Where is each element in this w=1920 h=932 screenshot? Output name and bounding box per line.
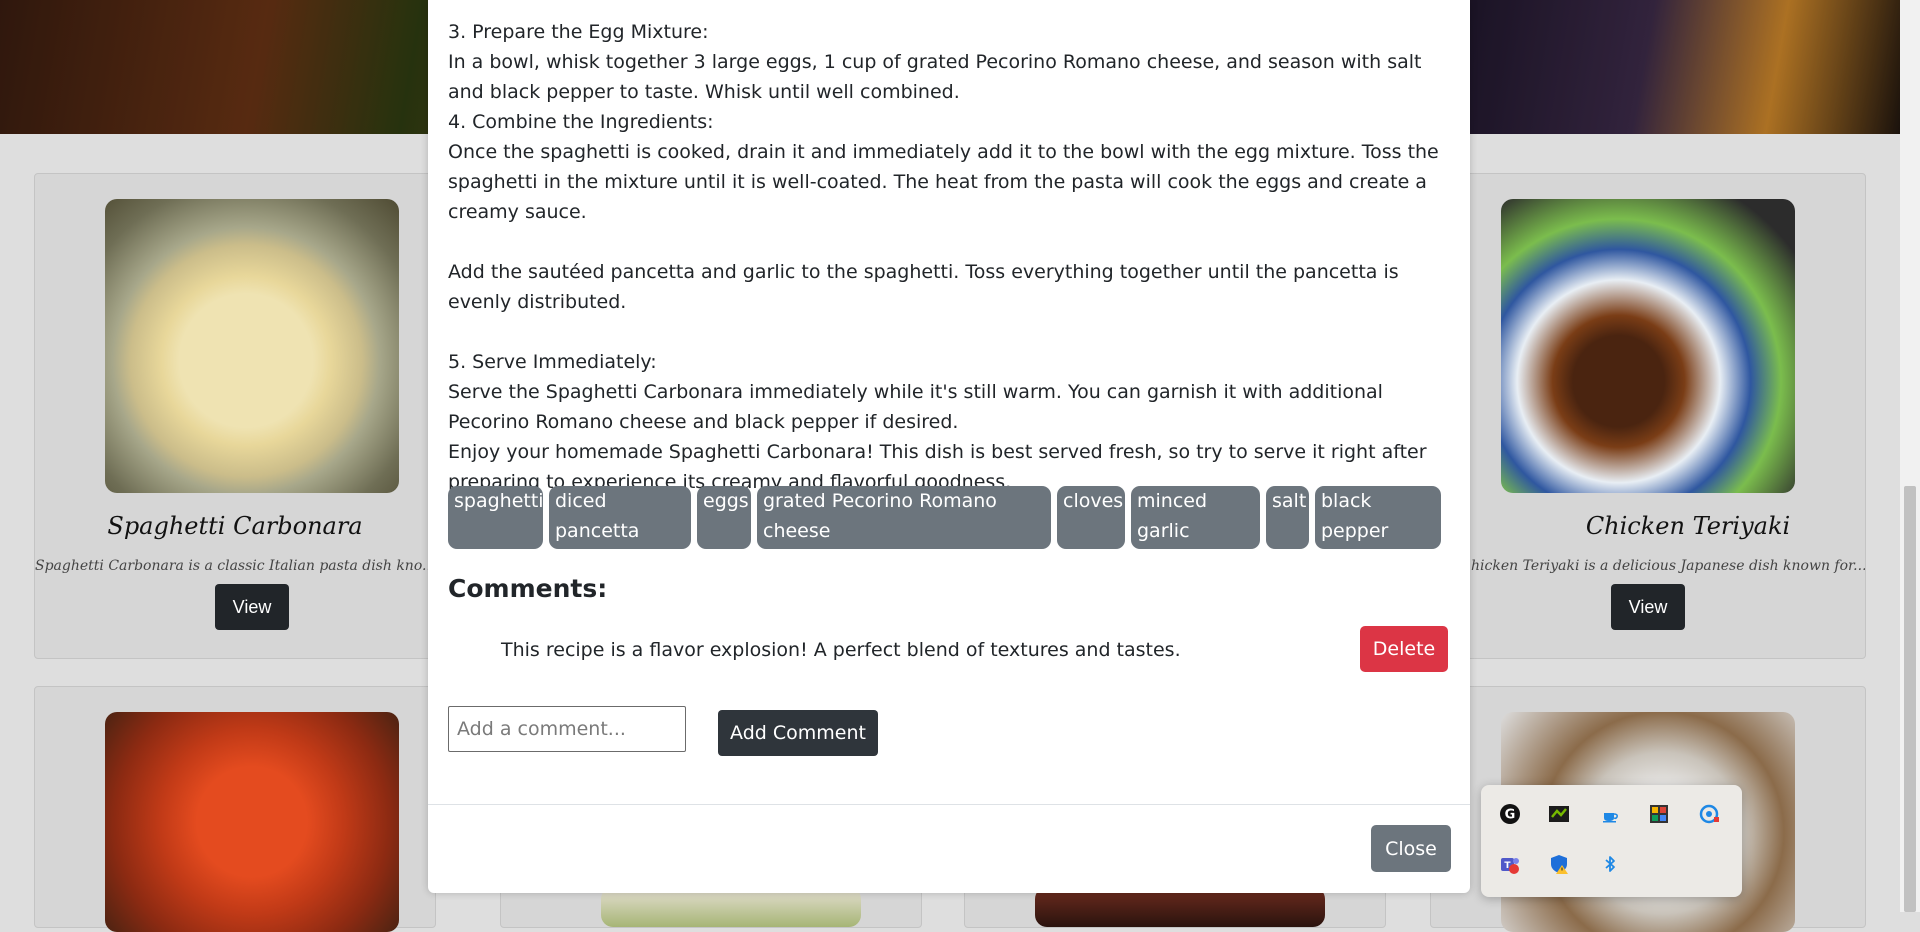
view-button[interactable]: View xyxy=(1611,584,1685,630)
scrollbar-thumb[interactable] xyxy=(1904,486,1916,912)
recipe-image[interactable] xyxy=(105,712,399,932)
system-tray-flyout: G T xyxy=(1481,785,1742,897)
recipe-image[interactable] xyxy=(601,887,861,927)
recipe-instructions: 3. Prepare the Egg Mixture: In a bowl, w… xyxy=(448,17,1448,497)
delete-comment-button[interactable]: Delete xyxy=(1360,626,1448,672)
ingredient-tag: spaghetti xyxy=(448,486,544,549)
recipe-card: Spaghetti Carbonara Spaghetti Carbonara … xyxy=(34,173,436,659)
nvidia-icon[interactable] xyxy=(1545,800,1573,828)
close-button[interactable]: Close xyxy=(1371,825,1451,872)
svg-text:T: T xyxy=(1504,861,1511,871)
instruction-line: Once the spaghetti is cooked, drain it a… xyxy=(448,141,1439,223)
ingredient-tags: spaghetti diced pancetta eggs grated Pec… xyxy=(448,486,1458,549)
add-comment-button[interactable]: Add Comment xyxy=(718,710,878,756)
recipe-title: Chicken Teriyaki xyxy=(1585,512,1791,540)
g-hub-icon[interactable]: G xyxy=(1496,800,1524,828)
ingredient-tag: eggs xyxy=(697,486,751,549)
instruction-line: 3. Prepare the Egg Mixture: xyxy=(448,21,709,43)
color-app-icon[interactable] xyxy=(1645,800,1673,828)
modal-footer-divider xyxy=(428,804,1470,805)
recipe-image[interactable] xyxy=(1035,887,1325,927)
view-button[interactable]: View xyxy=(215,584,289,630)
recipe-title: Spaghetti Carbonara xyxy=(107,512,363,540)
recipe-card: Chicken Teriyaki hicken Teriyaki is a de… xyxy=(1430,173,1866,659)
java-icon[interactable] xyxy=(1596,800,1624,828)
instruction-line: In a bowl, whisk together 3 large eggs, … xyxy=(448,51,1422,103)
recipe-modal: 3. Prepare the Egg Mixture: In a bowl, w… xyxy=(428,0,1470,893)
ingredient-tag: black pepper xyxy=(1315,486,1441,549)
ingredient-tag: cloves xyxy=(1057,486,1125,549)
recipe-image[interactable] xyxy=(105,199,399,493)
recipe-image[interactable] xyxy=(1501,199,1795,493)
ingredient-tag: diced pancetta xyxy=(549,486,691,549)
instruction-line: 4. Combine the Ingredients: xyxy=(448,111,714,133)
recipe-card xyxy=(34,686,436,932)
comment-input[interactable] xyxy=(448,706,686,752)
teams-icon[interactable]: T xyxy=(1496,850,1524,878)
bluetooth-icon[interactable] xyxy=(1596,850,1624,878)
recipe-description: hicken Teriyaki is a delicious Japanese … xyxy=(1471,558,1865,574)
ingredient-tag: salt xyxy=(1266,486,1309,549)
instruction-line: Add the sautéed pancetta and garlic to t… xyxy=(448,261,1399,313)
security-warning-icon[interactable] xyxy=(1545,850,1573,878)
comments-heading: Comments: xyxy=(448,574,608,603)
instruction-line: 5. Serve Immediately: xyxy=(448,351,657,373)
recipe-description: Spaghetti Carbonara is a classic Italian… xyxy=(35,558,435,574)
comment-item: This recipe is a flavor explosion! A per… xyxy=(448,626,1448,674)
comment-text: This recipe is a flavor explosion! A per… xyxy=(501,639,1181,661)
ingredient-tag: minced garlic xyxy=(1131,486,1260,549)
ingredient-tag: grated Pecorino Romano cheese xyxy=(757,486,1051,549)
display-settings-icon[interactable] xyxy=(1695,800,1723,828)
svg-text:G: G xyxy=(1505,808,1516,823)
instruction-line: Serve the Spaghetti Carbonara immediatel… xyxy=(448,381,1383,433)
page-scrollbar[interactable] xyxy=(1900,0,1920,912)
